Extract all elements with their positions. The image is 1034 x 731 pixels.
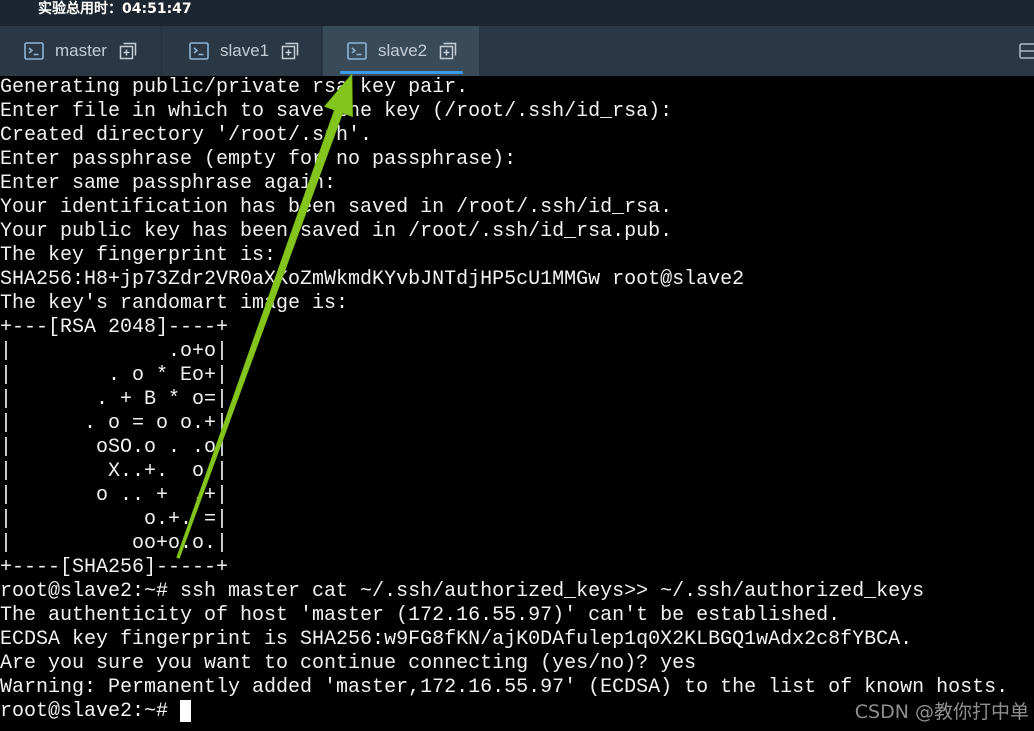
tab-label: slave1 [220, 41, 270, 60]
terminal-line: Enter same passphrase again: [0, 172, 337, 195]
tab-label: slave2 [378, 41, 428, 60]
new-window-icon[interactable] [119, 42, 137, 60]
randomart-line: +----[SHA256]-----+ [0, 556, 229, 579]
randomart-line: | X..+. o | [0, 460, 229, 483]
randomart-line: | oo+o.o.| [0, 532, 229, 555]
active-tab-indicator [340, 71, 463, 74]
randomart-line: | o.+. =| [0, 508, 229, 531]
randomart-line: | o .. + .+| [0, 484, 229, 507]
terminal-line: Generating public/private rsa key pair. [0, 76, 469, 99]
terminal-line: The key fingerprint is: [0, 244, 277, 267]
randomart-line: | . + B * o=| [0, 388, 229, 411]
terminal-icon [24, 42, 44, 60]
terminal-line: Are you sure you want to continue connec… [0, 652, 697, 675]
top-status-bar: 实验总用时：04:51:47 [0, 0, 1034, 26]
terminal-line: Enter file in which to save the key (/ro… [0, 100, 673, 123]
terminal-line: Created directory '/root/.ssh'. [0, 124, 373, 147]
session-timer: 实验总用时：04:51:47 [38, 1, 192, 17]
terminal-line: The authenticity of host 'master (172.16… [0, 604, 841, 627]
terminal-line: ECDSA key fingerprint is SHA256:w9FG8fKN… [0, 628, 913, 651]
terminal-line: Enter passphrase (empty for no passphras… [0, 148, 517, 171]
terminal-output[interactable]: Generating public/private rsa key pair. … [0, 76, 1034, 731]
terminal-line: Your identification has been saved in /r… [0, 196, 673, 219]
terminal-line: Your public key has been saved in /root/… [0, 220, 673, 243]
tab-master[interactable]: master [0, 26, 162, 76]
terminal-tab-bar: master slave1 slave2 [0, 26, 1034, 76]
terminal-line: SHA256:H8+jp73Zdr2VR0aXKoZmWkmdKYvbJNTdj… [0, 268, 745, 291]
text-cursor [180, 700, 192, 722]
terminal-command-line: root@slave2:~# ssh master cat ~/.ssh/aut… [0, 580, 925, 603]
randomart-line: | . o = o o.+| [0, 412, 229, 435]
randomart-line: +---[RSA 2048]----+ [0, 316, 229, 339]
new-window-icon[interactable] [439, 42, 457, 60]
layout-icon[interactable] [1019, 42, 1034, 60]
terminal-icon [189, 42, 209, 60]
tab-label: master [55, 41, 107, 60]
terminal-line: Warning: Permanently added 'master,172.1… [0, 676, 1009, 699]
randomart-line: | .o+o| [0, 340, 229, 363]
new-window-icon[interactable] [281, 42, 299, 60]
terminal-icon [347, 42, 367, 60]
randomart-line: | . o * Eo+| [0, 364, 229, 387]
tab-slave2[interactable]: slave2 [323, 26, 479, 76]
watermark: CSDN @教你打中单 [854, 701, 1029, 723]
terminal-line: The key's randomart image is: [0, 292, 349, 315]
terminal-prompt: root@slave2:~# [0, 700, 181, 723]
randomart-line: | oSO.o . .o| [0, 436, 229, 459]
tab-slave1[interactable]: slave1 [163, 26, 322, 76]
